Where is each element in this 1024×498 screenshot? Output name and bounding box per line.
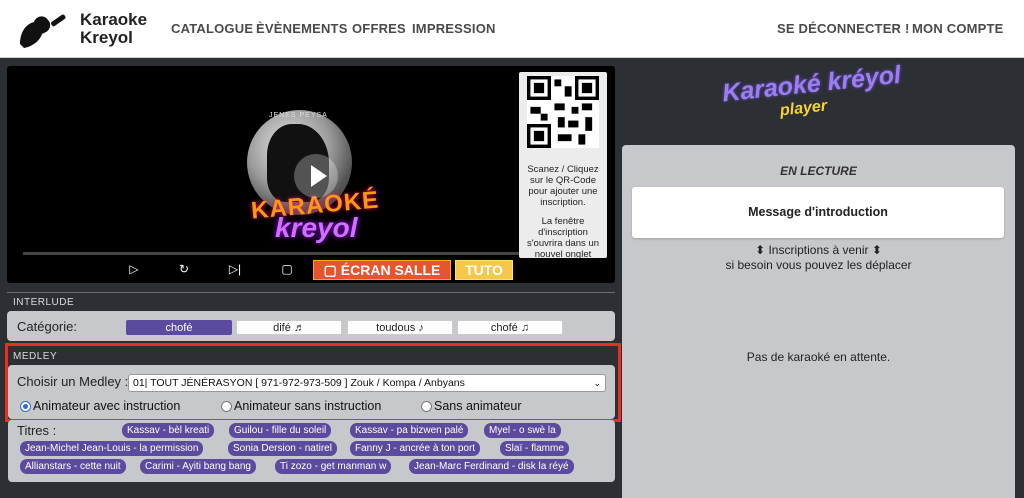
- titre-item[interactable]: Kassav - pa bizwen palé: [350, 423, 469, 438]
- brand-name[interactable]: Karaoke Kreyol: [80, 11, 147, 47]
- titre-item[interactable]: Ti zozo - get manman w: [275, 459, 392, 474]
- choose-medley-label: Choisir un Medley :: [17, 374, 129, 389]
- category-chofe-2[interactable]: chofé ♫: [457, 320, 563, 335]
- titre-item[interactable]: Fanny J - ancrée à ton port: [350, 441, 481, 456]
- nav-impression[interactable]: IMPRESSION: [412, 21, 496, 36]
- restart-icon[interactable]: ↻: [177, 262, 191, 276]
- chevron-down-icon: ⌄: [593, 378, 601, 388]
- category-label: Catégorie:: [17, 319, 77, 334]
- en-lecture-label: EN LECTURE: [780, 164, 857, 178]
- qr-code-icon[interactable]: [527, 76, 599, 148]
- stop-icon[interactable]: ▢: [280, 262, 294, 276]
- nav-logout[interactable]: SE DÉCONNECTER !: [777, 21, 910, 36]
- nav-mon-compte[interactable]: MON COMPTE: [912, 21, 1004, 36]
- titre-item[interactable]: Myel - o swè la: [484, 423, 561, 438]
- ecran-salle-button[interactable]: ▢ ÉCRAN SALLE: [313, 260, 451, 280]
- category-toudous[interactable]: toudous ♪: [347, 320, 453, 335]
- titre-item[interactable]: Carimi - Ayiti bang bang: [140, 459, 256, 474]
- qr-code-card[interactable]: Scanez / Cliquez sur le QR-Code pour ajo…: [519, 72, 607, 260]
- radio-sans-instruction[interactable]: [221, 401, 232, 412]
- category-dife[interactable]: difé ♬: [236, 320, 342, 335]
- qr-instructions: Scanez / Cliquez sur le QR-Code pour ajo…: [526, 164, 600, 260]
- progress-bar[interactable]: [23, 252, 519, 255]
- titre-item[interactable]: Jean-Marc Ferdinand - disk la réyé: [409, 459, 574, 474]
- top-header: Karaoke Kreyol CATALOGUE ÈVÈNEMENTS OFFR…: [0, 0, 1024, 58]
- interlude-section-label: INTERLUDE: [13, 297, 75, 308]
- nav-evenements[interactable]: ÈVÈNEMENTS: [256, 21, 348, 36]
- titres-label: Titres :: [17, 423, 57, 438]
- radio-avec-instruction-label[interactable]: Animateur avec instruction: [33, 399, 180, 413]
- play-icon[interactable]: ▷: [127, 262, 141, 276]
- interlude-divider: [7, 292, 615, 293]
- titre-item[interactable]: Allianstars - cette nuit: [20, 459, 126, 474]
- category-chofe[interactable]: chofé: [126, 320, 232, 335]
- tuto-button[interactable]: TUTO: [455, 260, 513, 280]
- logo-top-text: JENES PEYSA: [269, 112, 328, 119]
- nav-offres[interactable]: OFFRES: [352, 21, 406, 36]
- radio-sans-instruction-label[interactable]: Animateur sans instruction: [234, 399, 381, 413]
- player-subtitle: player: [779, 97, 828, 120]
- queue-empty-message: Pas de karaoké en attente.: [746, 350, 891, 364]
- titre-item[interactable]: Sonia Dersion - natirel: [228, 441, 337, 456]
- next-icon[interactable]: ▷|: [228, 262, 242, 276]
- inscriptions-label: ⬍ Inscriptions à venir ⬍: [755, 243, 882, 257]
- radio-avec-instruction[interactable]: [20, 401, 31, 412]
- current-track-card[interactable]: Message d'introduction: [632, 187, 1004, 238]
- video-player[interactable]: JENES PEYSA KARAOKÉ kreyol Scanez / Cliq…: [7, 66, 615, 283]
- deplacer-hint: si besoin vous pouvez les déplacer: [725, 258, 912, 272]
- titre-item[interactable]: Jean-Michel Jean-Louis - la permission: [20, 441, 204, 456]
- nav-catalogue[interactable]: CATALOGUE: [171, 21, 253, 36]
- karaoke-singer-logo-icon[interactable]: [16, 10, 74, 50]
- titre-item[interactable]: Guilou - fille du soleil: [229, 423, 332, 438]
- medley-select[interactable]: 01| TOUT JÉNÉRASYON [ 971-972-973-509 ] …: [128, 374, 606, 392]
- logo-word-kreyol: kreyol: [275, 212, 358, 243]
- titre-item[interactable]: Kassav - bèl kreati: [122, 423, 215, 438]
- radio-sans-animateur-label[interactable]: Sans animateur: [434, 399, 522, 413]
- titre-item[interactable]: Slaï - flamme: [500, 441, 569, 456]
- play-overlay-icon[interactable]: [294, 154, 338, 198]
- radio-sans-animateur[interactable]: [421, 401, 432, 412]
